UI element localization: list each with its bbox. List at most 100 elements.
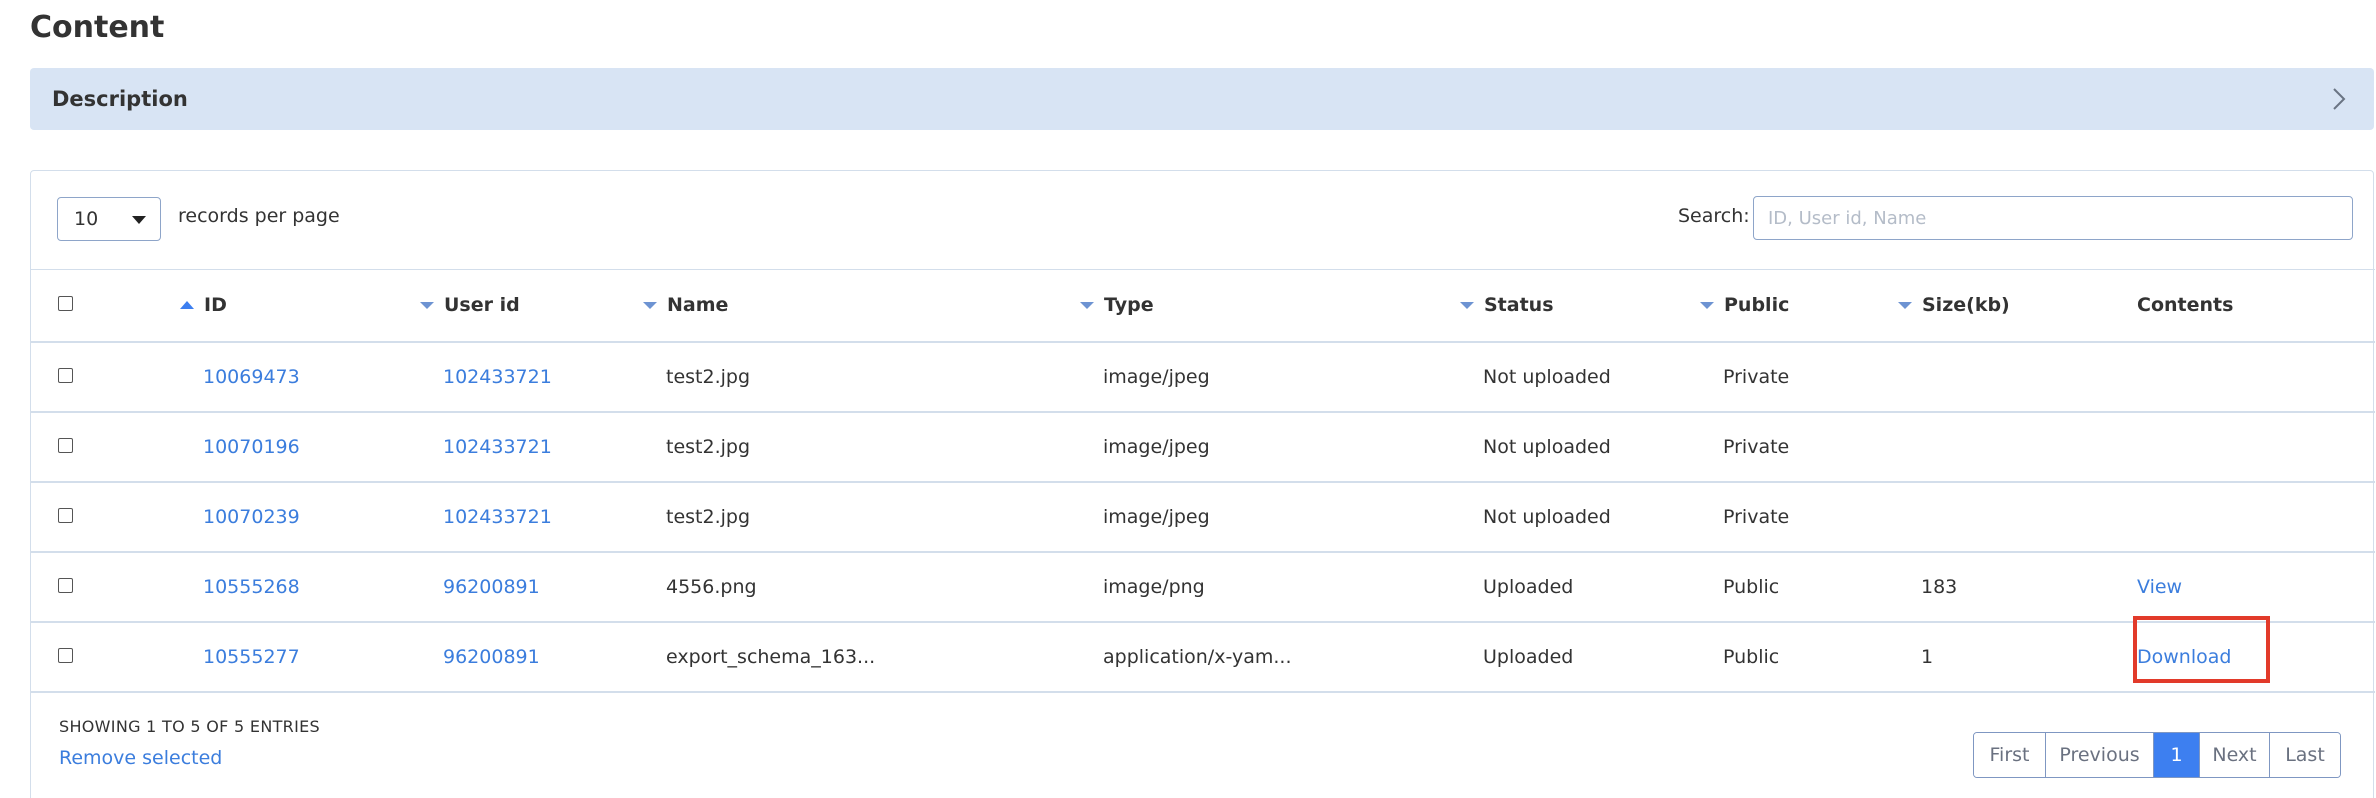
- row-select-cell: [31, 482, 131, 552]
- table-row: 10070196 102433721 test2.jpg image/jpeg …: [31, 412, 2375, 482]
- column-header-contents: Contents: [2109, 270, 2375, 342]
- cell-id: 10070196: [131, 412, 371, 482]
- download-highlight-box: [2133, 616, 2270, 683]
- cell-type: application/x-yam...: [1103, 645, 1292, 668]
- table-row: 10069473 102433721 test2.jpg image/jpeg …: [31, 342, 2375, 412]
- sort-icon: [420, 301, 434, 309]
- column-header-label: Type: [1104, 294, 1154, 317]
- content-table-wrap: ID User id Name Type Status Public Size(…: [31, 269, 2375, 693]
- cell-size: [1891, 342, 2109, 412]
- cell-public: Public: [1723, 645, 1780, 668]
- column-header-label: Contents: [2137, 294, 2234, 317]
- remove-selected-link[interactable]: Remove selected: [59, 747, 222, 769]
- row-select-cell: [31, 342, 131, 412]
- column-header-public[interactable]: Public: [1695, 270, 1891, 342]
- id-link[interactable]: 10555277: [203, 646, 300, 668]
- pagination: First Previous 1 Next Last: [1973, 732, 2341, 778]
- row-checkbox[interactable]: [58, 577, 73, 593]
- cell-status: Not uploaded: [1483, 505, 1611, 528]
- cell-public: Public: [1723, 575, 1780, 598]
- column-header-id[interactable]: ID: [131, 270, 371, 342]
- column-header-label: ID: [204, 294, 227, 317]
- cell-id: 10069473: [131, 342, 371, 412]
- row-checkbox[interactable]: [58, 367, 73, 383]
- entries-info: SHOWING 1 TO 5 OF 5 ENTRIES: [59, 717, 320, 736]
- cell-public: Private: [1723, 365, 1790, 388]
- cell-status: Uploaded: [1483, 645, 1574, 668]
- row-checkbox[interactable]: [58, 437, 73, 453]
- column-header-label: Name: [667, 294, 729, 317]
- user-id-link[interactable]: 96200891: [443, 646, 540, 668]
- column-header-label: Public: [1724, 294, 1790, 317]
- cell-user-id: 102433721: [371, 412, 631, 482]
- cell-type: image/png: [1103, 575, 1205, 598]
- row-select-cell: [31, 552, 131, 622]
- id-link[interactable]: 10070239: [203, 506, 300, 528]
- cell-size: [1891, 482, 2109, 552]
- search-label: Search:: [1678, 205, 1750, 227]
- cell-status: Uploaded: [1483, 575, 1574, 598]
- pagination-page-1[interactable]: 1: [2154, 733, 2200, 777]
- cell-user-id: 96200891: [371, 552, 631, 622]
- id-link[interactable]: 10555268: [203, 576, 300, 598]
- content-table-panel: 10 records per page Search: ID User id N…: [30, 170, 2375, 798]
- cell-name: test2.jpg: [666, 505, 751, 528]
- view-link[interactable]: View: [2137, 576, 2182, 598]
- cell-size: 1: [1921, 645, 1934, 668]
- column-header-name[interactable]: Name: [631, 270, 1059, 342]
- cell-type: image/jpeg: [1103, 435, 1210, 458]
- sort-icon: [1460, 301, 1474, 309]
- description-accordion[interactable]: Description: [30, 68, 2374, 130]
- id-link[interactable]: 10069473: [203, 366, 300, 388]
- cell-type: image/jpeg: [1103, 365, 1210, 388]
- column-header-type[interactable]: Type: [1059, 270, 1455, 342]
- cell-id: 10555268: [131, 552, 371, 622]
- cell-size: 183: [1921, 575, 1958, 598]
- records-per-page-label: records per page: [178, 205, 340, 227]
- cell-id: 10555277: [131, 622, 371, 692]
- user-id-link[interactable]: 102433721: [443, 436, 552, 458]
- pagination-next-button[interactable]: Next: [2200, 733, 2270, 777]
- cell-contents: View: [2109, 552, 2375, 622]
- cell-name: export_schema_163...: [666, 645, 876, 668]
- select-all-checkbox[interactable]: [58, 296, 73, 312]
- column-header-label: User id: [444, 294, 520, 317]
- id-link[interactable]: 10070196: [203, 436, 300, 458]
- row-checkbox[interactable]: [58, 647, 73, 663]
- cell-user-id: 102433721: [371, 342, 631, 412]
- cell-public: Private: [1723, 505, 1790, 528]
- column-header-user-id[interactable]: User id: [371, 270, 631, 342]
- page-title: Content: [30, 10, 165, 45]
- sort-icon: [643, 301, 657, 309]
- row-select-cell: [31, 622, 131, 692]
- row-checkbox[interactable]: [58, 507, 73, 523]
- search-input[interactable]: [1753, 196, 2353, 240]
- sort-icon: [1700, 301, 1714, 309]
- table-header-row: ID User id Name Type Status Public Size(…: [31, 269, 2375, 342]
- row-select-cell: [31, 412, 131, 482]
- column-header-label: Status: [1484, 294, 1554, 317]
- page-size-value: 10: [74, 208, 99, 230]
- cell-name: test2.jpg: [666, 435, 751, 458]
- pagination-first-button[interactable]: First: [1974, 733, 2046, 777]
- pagination-last-button[interactable]: Last: [2270, 733, 2340, 777]
- sort-icon: [1080, 301, 1094, 309]
- cell-contents: [2109, 342, 2375, 412]
- pagination-previous-button[interactable]: Previous: [2046, 733, 2154, 777]
- cell-user-id: 96200891: [371, 622, 631, 692]
- cell-user-id: 102433721: [371, 482, 631, 552]
- content-table: ID User id Name Type Status Public Size(…: [31, 269, 2375, 693]
- column-header-size[interactable]: Size(kb): [1891, 270, 2109, 342]
- user-id-link[interactable]: 102433721: [443, 506, 552, 528]
- description-label: Description: [52, 87, 188, 111]
- page-size-select[interactable]: 10: [57, 197, 161, 241]
- caret-down-icon: [132, 216, 146, 224]
- user-id-link[interactable]: 102433721: [443, 366, 552, 388]
- cell-status: Not uploaded: [1483, 365, 1611, 388]
- user-id-link[interactable]: 96200891: [443, 576, 540, 598]
- table-row: 10555268 96200891 4556.png image/png Upl…: [31, 552, 2375, 622]
- select-all-cell: [31, 270, 131, 342]
- table-row: 10555277 96200891 export_schema_163... a…: [31, 622, 2375, 692]
- column-header-status[interactable]: Status: [1455, 270, 1695, 342]
- table-row: 10070239 102433721 test2.jpg image/jpeg …: [31, 482, 2375, 552]
